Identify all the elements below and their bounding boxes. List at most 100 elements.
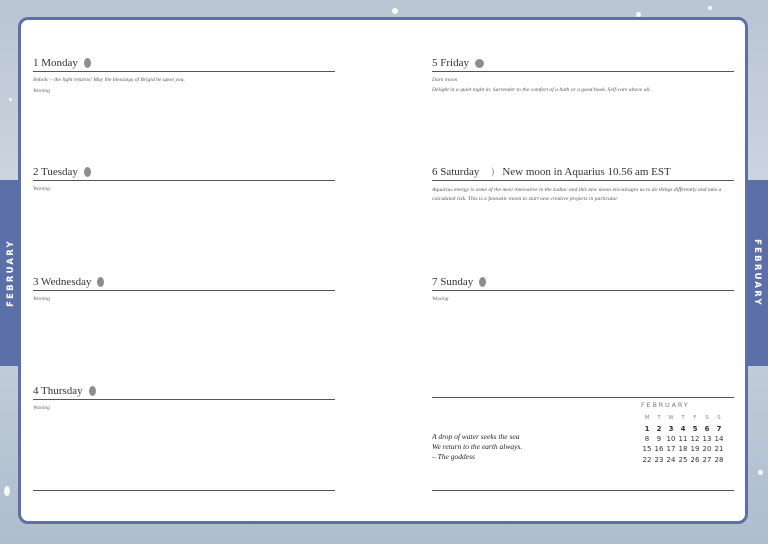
day-title: 7 Sunday	[432, 276, 474, 288]
calendar-day: 14	[714, 434, 724, 443]
day-entry: 5 Friday Dark moon Delight in a quiet ni…	[432, 53, 734, 95]
day-rule	[33, 180, 335, 181]
day-note: Imbolc – the light returns! May the bles…	[33, 77, 185, 83]
day-header: 1 Monday	[33, 53, 335, 70]
month-tab-label: FEBRUARY	[6, 239, 16, 307]
quote-block: A drop of water seeks the sea We return …	[432, 432, 522, 462]
week-row: 15 16 17 18 19 20 21	[641, 444, 725, 454]
day-header: 2 Tuesday	[33, 162, 335, 179]
snowflake	[758, 470, 763, 475]
day-phase: Dark moon	[432, 77, 458, 83]
day-phase: Waning	[33, 405, 50, 411]
snowflake	[4, 486, 10, 496]
calendar-grid: M T W T F S S 1 2 3 4 5 6 7 8 9 10 11 12…	[641, 413, 725, 465]
calendar-day: 15	[642, 445, 652, 454]
day-header: 5 Friday	[432, 53, 734, 70]
calendar-day: 1	[644, 424, 650, 433]
day-phase: Waning	[33, 87, 50, 94]
calendar-day: 27	[702, 455, 712, 464]
day-title: 5 Friday	[432, 57, 469, 69]
day-entry: 7 Sunday Waxing	[432, 272, 734, 302]
mini-calendar: FEBRUARY M T W T F S S 1 2 3 4 5 6 7 8 9…	[641, 401, 725, 465]
day-entry: 6 Saturday New moon in Aquarius 10.56 am…	[432, 162, 734, 203]
day-title: 4 Thursday	[33, 385, 83, 397]
day-entry: 1 Monday Imbolc – the light returns! May…	[33, 53, 335, 94]
calendar-month: FEBRUARY	[641, 401, 690, 409]
day-phase: Waxing	[432, 296, 449, 302]
calendar-day: 23	[654, 455, 664, 464]
planner-page: 1 Monday Imbolc – the light returns! May…	[18, 17, 748, 524]
weekday: T	[681, 415, 685, 422]
day-title: 6 Saturday	[432, 166, 480, 178]
day-note: Delight in a quiet night in. Surrender t…	[432, 87, 651, 93]
day-title: 3 Wednesday	[33, 276, 92, 288]
calendar-day: 17	[666, 445, 676, 454]
day-entry: 2 Tuesday Waning	[33, 162, 335, 192]
calendar-day: 5	[692, 424, 698, 433]
moon-phase-icon	[97, 277, 105, 287]
weekday: F	[693, 415, 697, 422]
calendar-day: 7	[716, 424, 722, 433]
weekday: M	[644, 415, 650, 422]
day-event: New moon in Aquarius 10.56 am EST	[502, 166, 671, 178]
quote-line: A drop of water seeks the sea	[432, 432, 520, 441]
calendar-day: 28	[714, 455, 724, 464]
calendar-day: 4	[680, 424, 686, 433]
calendar-day: 11	[678, 434, 688, 443]
calendar-day: 10	[666, 434, 676, 443]
day-note: Aquarius energy is some of the most inno…	[432, 187, 722, 202]
moon-phase-icon	[83, 58, 91, 68]
moon-phase-icon	[474, 59, 484, 68]
snowflake	[9, 98, 12, 101]
weekday: S	[717, 415, 721, 422]
day-rule	[432, 180, 734, 181]
week-row: 22 23 24 25 26 27 28	[641, 455, 725, 465]
calendar-day: 13	[702, 434, 712, 443]
day-rule	[432, 290, 734, 291]
moon-phase-icon	[479, 277, 487, 287]
crescent-moon-icon	[485, 167, 495, 177]
moon-phase-icon	[83, 167, 91, 177]
calendar-day: 3	[668, 424, 674, 433]
calendar-day: 8	[644, 434, 650, 443]
weekday: W	[668, 415, 674, 422]
calendar-day: 18	[678, 445, 688, 454]
calendar-day: 19	[690, 445, 700, 454]
calendar-day: 9	[656, 434, 662, 443]
calendar-day: 12	[690, 434, 700, 443]
calendar-day: 25	[678, 455, 688, 464]
month-tab-label: FEBRUARY	[752, 239, 762, 307]
snowflake	[708, 6, 712, 10]
calendar-day: 24	[666, 455, 676, 464]
section-rule	[432, 397, 734, 398]
day-rule	[33, 399, 335, 400]
day-rule	[33, 71, 335, 72]
day-rule	[432, 71, 734, 72]
calendar-day: 22	[642, 455, 652, 464]
day-entry: 3 Wednesday Waning	[33, 272, 335, 302]
day-title: 2 Tuesday	[33, 166, 78, 178]
weekday: S	[705, 415, 709, 422]
page-bottom-rule	[33, 490, 335, 491]
day-rule	[33, 290, 335, 291]
month-tab-right: FEBRUARY	[746, 180, 768, 366]
week-row: 1 2 3 4 5 6 7	[641, 423, 725, 433]
day-header: 7 Sunday	[432, 272, 734, 289]
snowflake	[392, 8, 398, 14]
quote-attribution: – The goddess	[432, 452, 475, 461]
calendar-day: 20	[702, 445, 712, 454]
day-entry: 4 Thursday Waning	[33, 381, 335, 411]
calendar-day: 2	[656, 424, 662, 433]
weekday-row: M T W T F S S	[641, 413, 725, 423]
calendar-day: 6	[704, 424, 710, 433]
day-phase: Waning	[33, 296, 50, 302]
day-header: 4 Thursday	[33, 381, 335, 398]
page-bottom-rule	[432, 490, 734, 491]
calendar-day: 21	[714, 445, 724, 454]
calendar-day: 26	[690, 455, 700, 464]
day-header: 6 Saturday New moon in Aquarius 10.56 am…	[432, 162, 734, 179]
day-phase: Waning	[33, 186, 50, 192]
weekday: T	[657, 415, 661, 422]
calendar-day: 16	[654, 445, 664, 454]
day-header: 3 Wednesday	[33, 272, 335, 289]
